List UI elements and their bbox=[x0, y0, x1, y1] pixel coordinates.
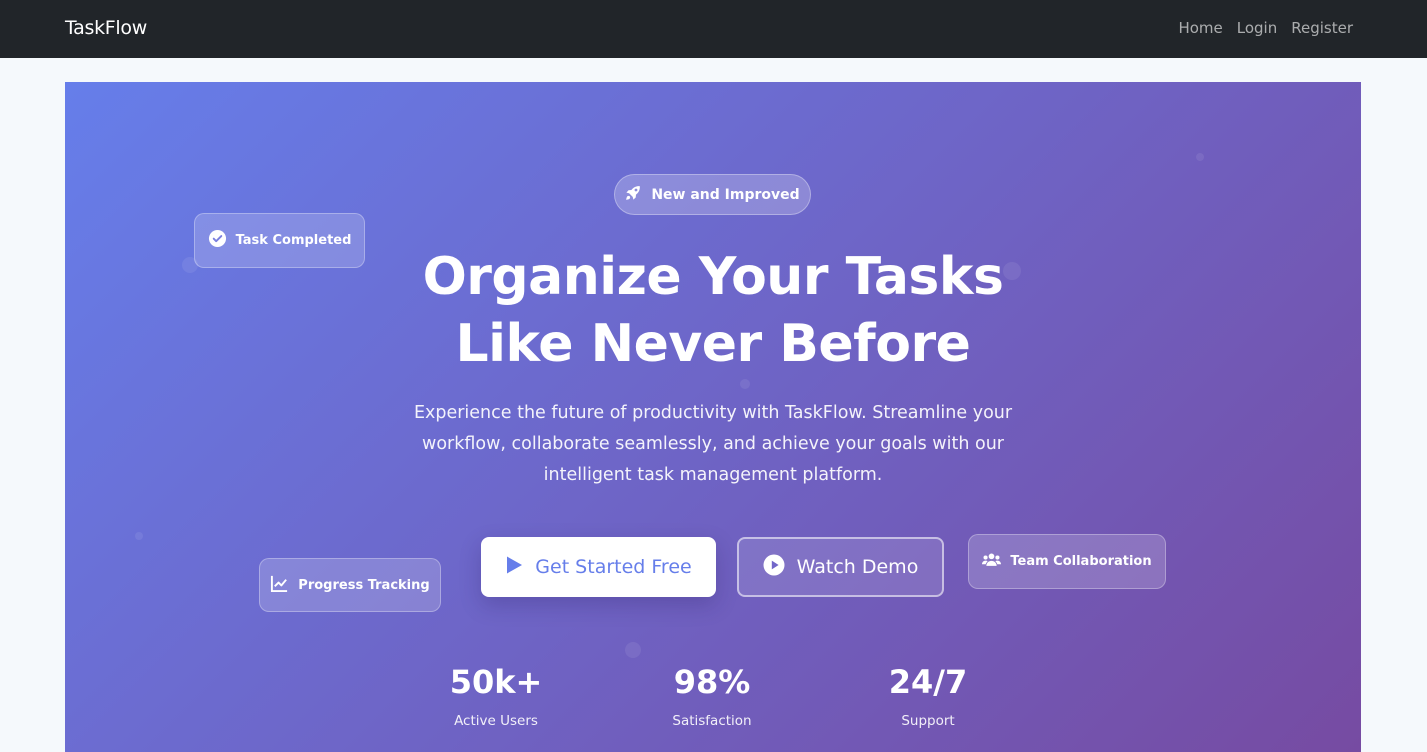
users-icon bbox=[982, 550, 1002, 573]
hero-headline: Organize Your Tasks Like Never Before bbox=[365, 244, 1061, 378]
nav-links: Home Login Register bbox=[1178, 19, 1353, 37]
hero-section: New and Improved Task Completed Progress… bbox=[65, 82, 1361, 752]
headline-line-1: Organize Your Tasks bbox=[422, 247, 1004, 307]
subtitle-line-3: intelligent task management platform. bbox=[543, 465, 883, 485]
stat-value: 50k+ bbox=[449, 663, 543, 701]
watch-demo-label: Watch Demo bbox=[796, 556, 919, 578]
play-circle-icon bbox=[763, 554, 785, 581]
subtitle-line-2: workflow, collaborate seamlessly, and ac… bbox=[422, 434, 1004, 454]
check-circle-icon bbox=[208, 229, 227, 252]
headline-line-2: Like Never Before bbox=[455, 314, 971, 374]
task-completed-label: Task Completed bbox=[235, 233, 352, 248]
get-started-button[interactable]: Get Started Free bbox=[481, 537, 716, 597]
navbar: TaskFlow Home Login Register bbox=[0, 0, 1427, 58]
stat-label: Support bbox=[901, 713, 955, 729]
stat-support: 24/7 Support bbox=[848, 662, 1008, 729]
nav-link-home[interactable]: Home bbox=[1178, 19, 1222, 37]
subtitle-line-1: Experience the future of productivity wi… bbox=[413, 403, 1013, 423]
badge-label: New and Improved bbox=[651, 186, 800, 203]
team-collaboration-card: Team Collaboration bbox=[968, 534, 1166, 589]
team-collaboration-label: Team Collaboration bbox=[1010, 554, 1152, 569]
play-icon bbox=[505, 555, 523, 580]
stat-value: 98% bbox=[673, 663, 751, 701]
nav-link-login[interactable]: Login bbox=[1237, 19, 1277, 37]
hero-subtitle: Experience the future of productivity wi… bbox=[413, 398, 1013, 491]
progress-tracking-label: Progress Tracking bbox=[298, 577, 430, 593]
decorative-dot bbox=[135, 532, 143, 540]
task-completed-card: Task Completed bbox=[194, 213, 365, 268]
rocket-icon bbox=[625, 185, 641, 205]
new-badge: New and Improved bbox=[614, 174, 811, 215]
chart-line-icon bbox=[270, 574, 289, 597]
decorative-dot bbox=[740, 379, 750, 389]
stat-value: 24/7 bbox=[888, 663, 968, 701]
stat-label: Active Users bbox=[454, 713, 538, 729]
stat-label: Satisfaction bbox=[672, 713, 752, 729]
decorative-dot bbox=[625, 642, 641, 658]
nav-link-register[interactable]: Register bbox=[1291, 19, 1353, 37]
watch-demo-button[interactable]: Watch Demo bbox=[737, 537, 944, 597]
brand-logo[interactable]: TaskFlow bbox=[65, 17, 147, 39]
get-started-label: Get Started Free bbox=[535, 556, 692, 578]
stat-satisfaction: 98% Satisfaction bbox=[632, 662, 792, 729]
stat-active-users: 50k+ Active Users bbox=[416, 662, 576, 729]
progress-tracking-card: Progress Tracking bbox=[259, 558, 441, 612]
decorative-dot bbox=[1196, 153, 1204, 161]
